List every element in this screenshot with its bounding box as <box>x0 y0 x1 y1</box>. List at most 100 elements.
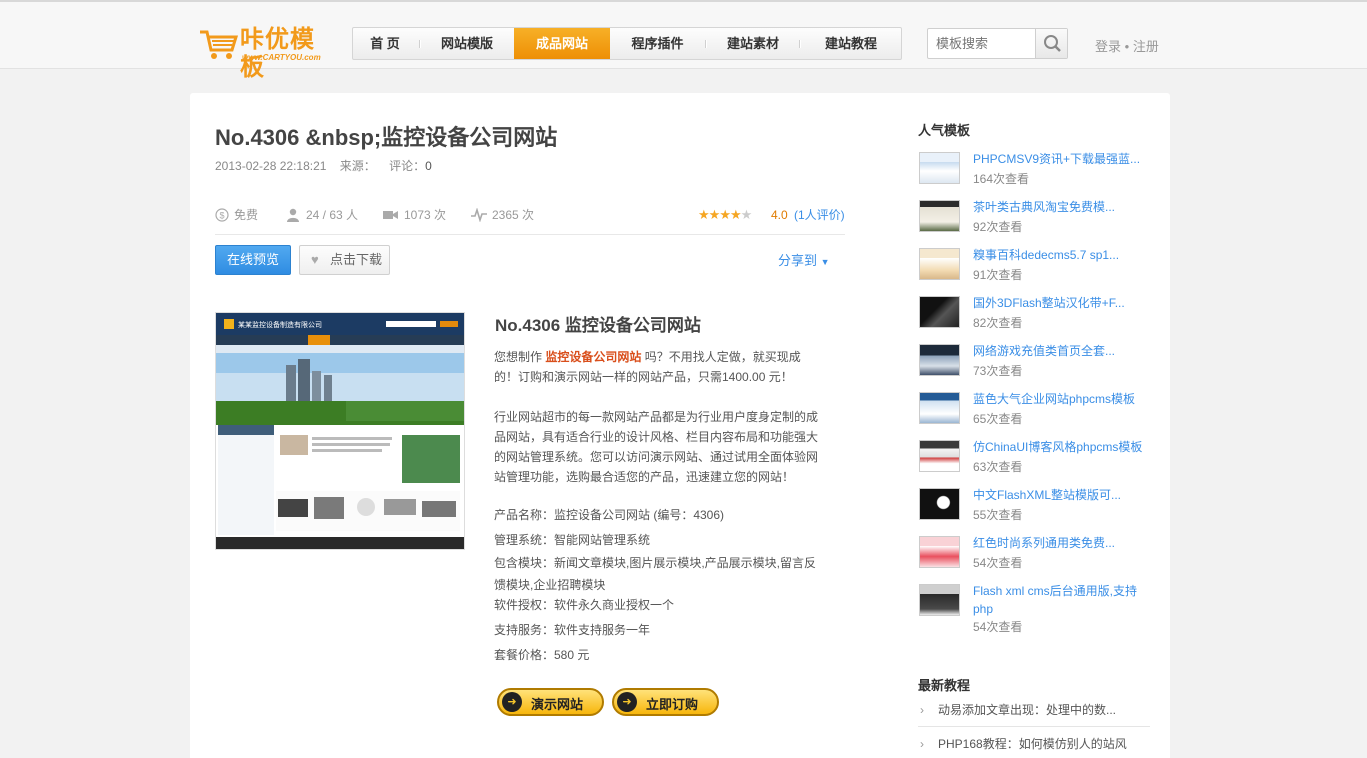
users-value: 24 / 63 人 <box>306 208 359 222</box>
popular-title[interactable]: 仿ChinaUI博客风格phpcms模板 <box>973 438 1149 456</box>
source-label: 来源： <box>339 159 376 173</box>
tutorials-heading: 最新教程 <box>918 678 971 693</box>
chevron-down-icon: ▼ <box>820 257 830 267</box>
popular-thumbnail <box>919 536 960 568</box>
popular-views: 54次查看 <box>973 620 1023 634</box>
login-link[interactable]: 登录 <box>1095 39 1121 54</box>
popular-title[interactable]: Flash xml cms后台通用版,支持php <box>973 582 1149 618</box>
search-box <box>927 28 1068 59</box>
divider <box>215 234 845 235</box>
nav-item-materials[interactable]: 建站素材 <box>707 28 799 59</box>
popular-item[interactable]: 中文FlashXML整站模版可... 55次查看 <box>919 488 1159 528</box>
demo-site-button[interactable]: ➜ 演示网站 <box>497 688 604 716</box>
video-camera-icon <box>383 211 398 219</box>
arrow-right-icon: ➜ <box>502 692 522 712</box>
search-input[interactable] <box>928 29 1034 58</box>
popular-views: 82次查看 <box>973 316 1023 330</box>
popular-thumbnail <box>919 296 960 328</box>
page-title: No.4306 &nbsp;监控设备公司网站 <box>215 125 558 150</box>
product-title: No.4306 监控设备公司网站 <box>495 316 701 335</box>
search-icon <box>1044 35 1061 52</box>
popular-thumbnail <box>919 488 960 520</box>
popular-item[interactable]: 红色时尚系列通用类免费... 54次查看 <box>919 536 1159 576</box>
user-icon <box>287 208 299 222</box>
popular-views: 91次查看 <box>973 268 1023 282</box>
popular-thumbnail <box>919 440 960 472</box>
product-intro: 您想制作 监控设备公司网站 吗？不用找人定做，就买现成的！订购和演示网站一样的网… <box>494 347 824 387</box>
tutorial-title[interactable]: PHP168教程：如何模仿别人的站风 <box>938 732 1127 756</box>
register-link[interactable]: 注册 <box>1133 39 1159 54</box>
download-label: 点击下载 <box>330 252 383 267</box>
search-button[interactable] <box>1035 29 1067 58</box>
star-icon: ★ <box>729 207 742 222</box>
popular-views: 92次查看 <box>973 220 1023 234</box>
popular-thumbnail <box>919 344 960 376</box>
popular-views: 164次查看 <box>973 172 1030 186</box>
popular-item[interactable]: 网络游戏充值类首页全套... 73次查看 <box>919 344 1159 384</box>
online-preview-button[interactable]: 在线预览 <box>215 245 291 275</box>
user-links: 登录 • 注册 <box>1095 36 1159 55</box>
spec-system: 管理系统：智能网站管理系统 <box>494 533 651 547</box>
popular-thumbnail <box>919 200 960 232</box>
popular-thumbnail <box>919 584 960 616</box>
order-now-label: 立即订购 <box>646 697 699 712</box>
popular-title[interactable]: 中文FlashXML整站模版可... <box>973 486 1149 504</box>
cart-icon <box>200 30 238 59</box>
rating-score: 4.0 <box>771 208 788 222</box>
tutorial-title[interactable]: 动易添加文章出现：处理中的数... <box>938 698 1116 722</box>
price-value: 免费 <box>234 208 259 222</box>
videos-value: 1073 次 <box>404 208 447 222</box>
popular-title[interactable]: 蓝色大气企业网站phpcms模板 <box>973 390 1149 408</box>
nav-item-finished-sites[interactable]: 成品网站 <box>514 28 610 59</box>
popular-views: 55次查看 <box>973 508 1023 522</box>
popular-item[interactable]: PHPCMSV9资讯+下载最强蓝... 164次查看 <box>919 152 1159 192</box>
popular-item[interactable]: 仿ChinaUI博客风格phpcms模板 63次查看 <box>919 440 1159 480</box>
star-icon: ★ <box>719 207 731 222</box>
share-dropdown[interactable]: 分享到 ▼ <box>778 250 830 269</box>
thumb-company: 某某监控设备制造有限公司 <box>238 320 322 329</box>
intro-text: 您想制作 <box>494 350 543 364</box>
popular-item[interactable]: Flash xml cms后台通用版,支持php 54次查看 <box>919 584 1159 640</box>
divider <box>918 726 1150 727</box>
popular-thumbnail <box>919 392 960 424</box>
download-button[interactable]: ♥ 点击下载 <box>299 245 390 275</box>
nav-item-home[interactable]: 首 页 <box>353 28 417 59</box>
popular-views: 54次查看 <box>973 556 1023 570</box>
demo-site-label: 演示网站 <box>531 697 584 712</box>
logo[interactable]: 咔优模板 www.CARTYOU.com <box>198 26 338 81</box>
arrow-right-icon: ➜ <box>617 692 637 712</box>
popular-title[interactable]: 红色时尚系列通用类免费... <box>973 534 1149 552</box>
comment-label: 评论： <box>389 159 426 173</box>
popular-item[interactable]: 茶叶类古典风淘宝免费模... 92次查看 <box>919 200 1159 240</box>
star-rating[interactable]: ★★★★★ <box>698 206 752 224</box>
popular-item[interactable]: 蓝色大气企业网站phpcms模板 65次查看 <box>919 392 1159 432</box>
article-meta: 2013-02-28 22:18:21 来源： 评论：0 <box>215 157 432 174</box>
popular-title[interactable]: 网络游戏充值类首页全套... <box>973 342 1149 360</box>
product-name-highlight[interactable]: 监控设备公司网站 <box>545 350 641 364</box>
chevron-right-icon: › <box>920 703 924 717</box>
nav-item-tutorials[interactable]: 建站教程 <box>801 28 901 59</box>
popular-item[interactable]: 国外3DFlash整站汉化带+F... 82次查看 <box>919 296 1159 336</box>
nav-item-plugins[interactable]: 程序插件 <box>610 28 705 59</box>
comment-count[interactable]: 0 <box>425 159 432 173</box>
spec-price: 套餐价格：580 元 <box>494 648 590 662</box>
tutorial-item[interactable]: › 动易添加文章出现：处理中的数... <box>918 698 1150 722</box>
pulse-icon <box>471 208 487 222</box>
product-screenshot[interactable]: 某某监控设备制造有限公司 <box>215 312 465 550</box>
popular-item[interactable]: 糗事百科dedecms5.7 sp1... 91次查看 <box>919 248 1159 288</box>
popular-title[interactable]: 糗事百科dedecms5.7 sp1... <box>973 246 1149 264</box>
site-header: 咔优模板 www.CARTYOU.com 首 页 网站模版 成品网站 程序插件 … <box>0 2 1367 81</box>
rating-count[interactable]: (1人评价) <box>794 206 845 224</box>
main-nav: 首 页 网站模版 成品网站 程序插件 建站素材 建站教程 <box>352 27 902 60</box>
popular-title[interactable]: 茶叶类古典风淘宝免费模... <box>973 198 1149 216</box>
svg-text:$: $ <box>219 211 224 221</box>
popular-title[interactable]: PHPCMSV9资讯+下载最强蓝... <box>973 150 1149 168</box>
popular-views: 73次查看 <box>973 364 1023 378</box>
tutorial-item[interactable]: › PHP168教程：如何模仿别人的站风 <box>918 732 1150 756</box>
spec-name: 产品名称：监控设备公司网站 (编号：4306) <box>494 508 725 522</box>
star-icon: ★ <box>708 207 721 222</box>
nav-item-templates[interactable]: 网站模版 <box>421 28 513 59</box>
popular-title[interactable]: 国外3DFlash整站汉化带+F... <box>973 294 1149 312</box>
logo-domain: www.CARTYOU.com <box>242 53 321 62</box>
order-now-button[interactable]: ➜ 立即订购 <box>612 688 719 716</box>
